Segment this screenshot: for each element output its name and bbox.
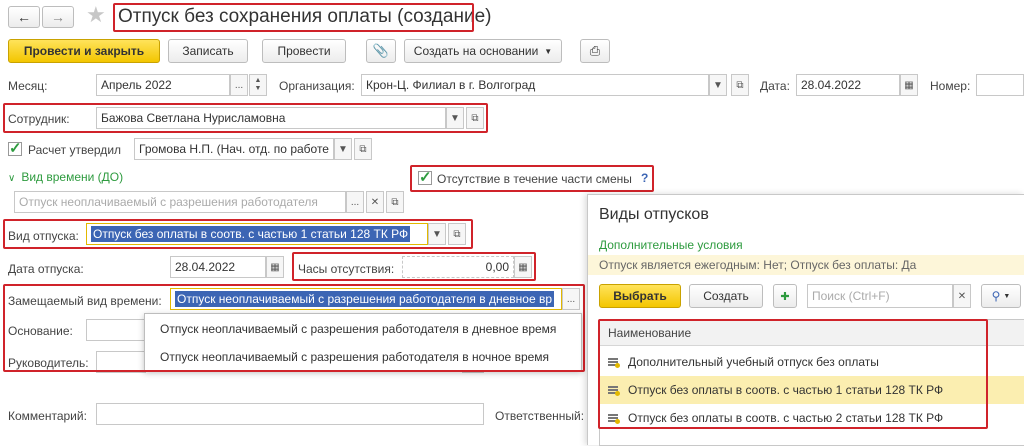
leave-date-field[interactable]: 28.04.2022 bbox=[170, 256, 266, 278]
approved-field[interactable]: Громова Н.П. (Нач. отд. по работе bbox=[134, 138, 334, 160]
calendar-button[interactable]: ▦ bbox=[900, 74, 918, 96]
panel-search-input[interactable]: Поиск (Ctrl+F) bbox=[807, 284, 953, 308]
approved-dropdown-button[interactable]: ▼ bbox=[334, 138, 352, 160]
filter-bar: Отпуск является ежегодным: Нет; Отпуск б… bbox=[588, 255, 1024, 275]
printer-icon: ⎙ bbox=[589, 43, 601, 58]
leave-date-label: Дата отпуска: bbox=[8, 262, 84, 276]
copy-button[interactable]: ✚ bbox=[773, 284, 797, 308]
month-pick-button[interactable]: ... bbox=[230, 74, 248, 96]
checkmark-icon: ✓ bbox=[9, 140, 22, 157]
select-button[interactable]: Выбрать bbox=[599, 284, 681, 308]
post-and-close-button[interactable]: Провести и закрыть bbox=[8, 39, 160, 63]
time-type-clear-button[interactable]: ✕ bbox=[366, 191, 384, 213]
organization-open-button[interactable]: ⧉ bbox=[731, 74, 749, 96]
time-type-pick-button[interactable]: ... bbox=[346, 191, 364, 213]
create-button[interactable]: Создать bbox=[689, 284, 763, 308]
chevron-down-icon: ∨ bbox=[8, 173, 16, 184]
caret-down-icon: ▼ bbox=[1003, 292, 1011, 300]
organization-dropdown-button[interactable]: ▼ bbox=[709, 74, 727, 96]
hours-highlight bbox=[292, 252, 536, 281]
copy-icon: ✚ bbox=[780, 290, 790, 303]
replaced-time-highlight bbox=[3, 284, 585, 372]
attach-button[interactable]: 📎 bbox=[366, 39, 396, 63]
post-button[interactable]: Провести bbox=[262, 39, 346, 63]
approved-checkbox[interactable]: ✓ bbox=[8, 140, 22, 157]
filter-text: Отпуск является ежегодным: Нет; Отпуск б… bbox=[599, 258, 917, 272]
time-type-field[interactable]: Отпуск неоплачиваемый с разрешения работ… bbox=[14, 191, 346, 213]
approved-open-button[interactable]: ⧉ bbox=[354, 138, 372, 160]
save-button[interactable]: Записать bbox=[168, 39, 248, 63]
search-clear-button[interactable]: ✕ bbox=[953, 284, 971, 308]
arrow-right-icon: → bbox=[51, 9, 65, 25]
extra-conditions-link[interactable]: Дополнительные условия bbox=[599, 238, 743, 252]
search-icon: ⚲ bbox=[991, 289, 1001, 303]
table-highlight bbox=[598, 319, 988, 429]
date-label: Дата: bbox=[760, 79, 790, 93]
back-button[interactable]: ← bbox=[8, 6, 40, 28]
panel-title: Виды отпусков bbox=[599, 206, 709, 223]
responsible-label: Ответственный: bbox=[495, 409, 585, 423]
organization-field[interactable]: Крон-Ц. Филиал в г. Волгоград bbox=[361, 74, 709, 96]
forward-button[interactable]: → bbox=[42, 6, 74, 28]
paperclip-icon: 📎 bbox=[372, 43, 390, 58]
partial-shift-highlight bbox=[410, 165, 654, 192]
create-based-on-label: Создать на основании bbox=[413, 44, 539, 58]
print-button[interactable]: ⎙ bbox=[580, 39, 610, 63]
month-field[interactable]: Апрель 2022 bbox=[96, 74, 230, 96]
search-button[interactable]: ⚲ ▼ bbox=[981, 284, 1021, 308]
time-type-expander[interactable]: ∨ Вид времени (ДО) bbox=[8, 170, 123, 184]
month-stepper[interactable]: ▲ ▼ bbox=[249, 74, 267, 96]
leave-type-highlight bbox=[3, 219, 473, 249]
arrow-left-icon: ← bbox=[17, 9, 31, 25]
comment-field[interactable] bbox=[96, 403, 484, 425]
organization-label: Организация: bbox=[279, 79, 355, 93]
leave-types-panel: Виды отпусков Дополнительные условия Отп… bbox=[587, 194, 1024, 446]
number-field[interactable] bbox=[976, 74, 1024, 96]
calendar-icon: ▦ bbox=[904, 79, 914, 91]
date-field[interactable]: 28.04.2022 bbox=[796, 74, 900, 96]
star-icon[interactable]: ★ bbox=[86, 2, 106, 28]
create-based-on-button[interactable]: Создать на основании ▼ bbox=[404, 39, 562, 63]
month-label: Месяц: bbox=[8, 79, 48, 93]
time-type-open-button[interactable]: ⧉ bbox=[386, 191, 404, 213]
calendar-icon: ▦ bbox=[270, 261, 280, 273]
leave-date-calendar-button[interactable]: ▦ bbox=[266, 256, 284, 278]
approved-label: Расчет утвердил bbox=[28, 143, 122, 157]
number-label: Номер: bbox=[930, 79, 971, 93]
employee-highlight bbox=[3, 103, 488, 133]
title-highlight bbox=[113, 3, 474, 32]
time-type-label: Вид времени (ДО) bbox=[21, 170, 124, 184]
comment-label: Комментарий: bbox=[8, 409, 87, 423]
caret-down-icon: ▼ bbox=[544, 46, 553, 56]
